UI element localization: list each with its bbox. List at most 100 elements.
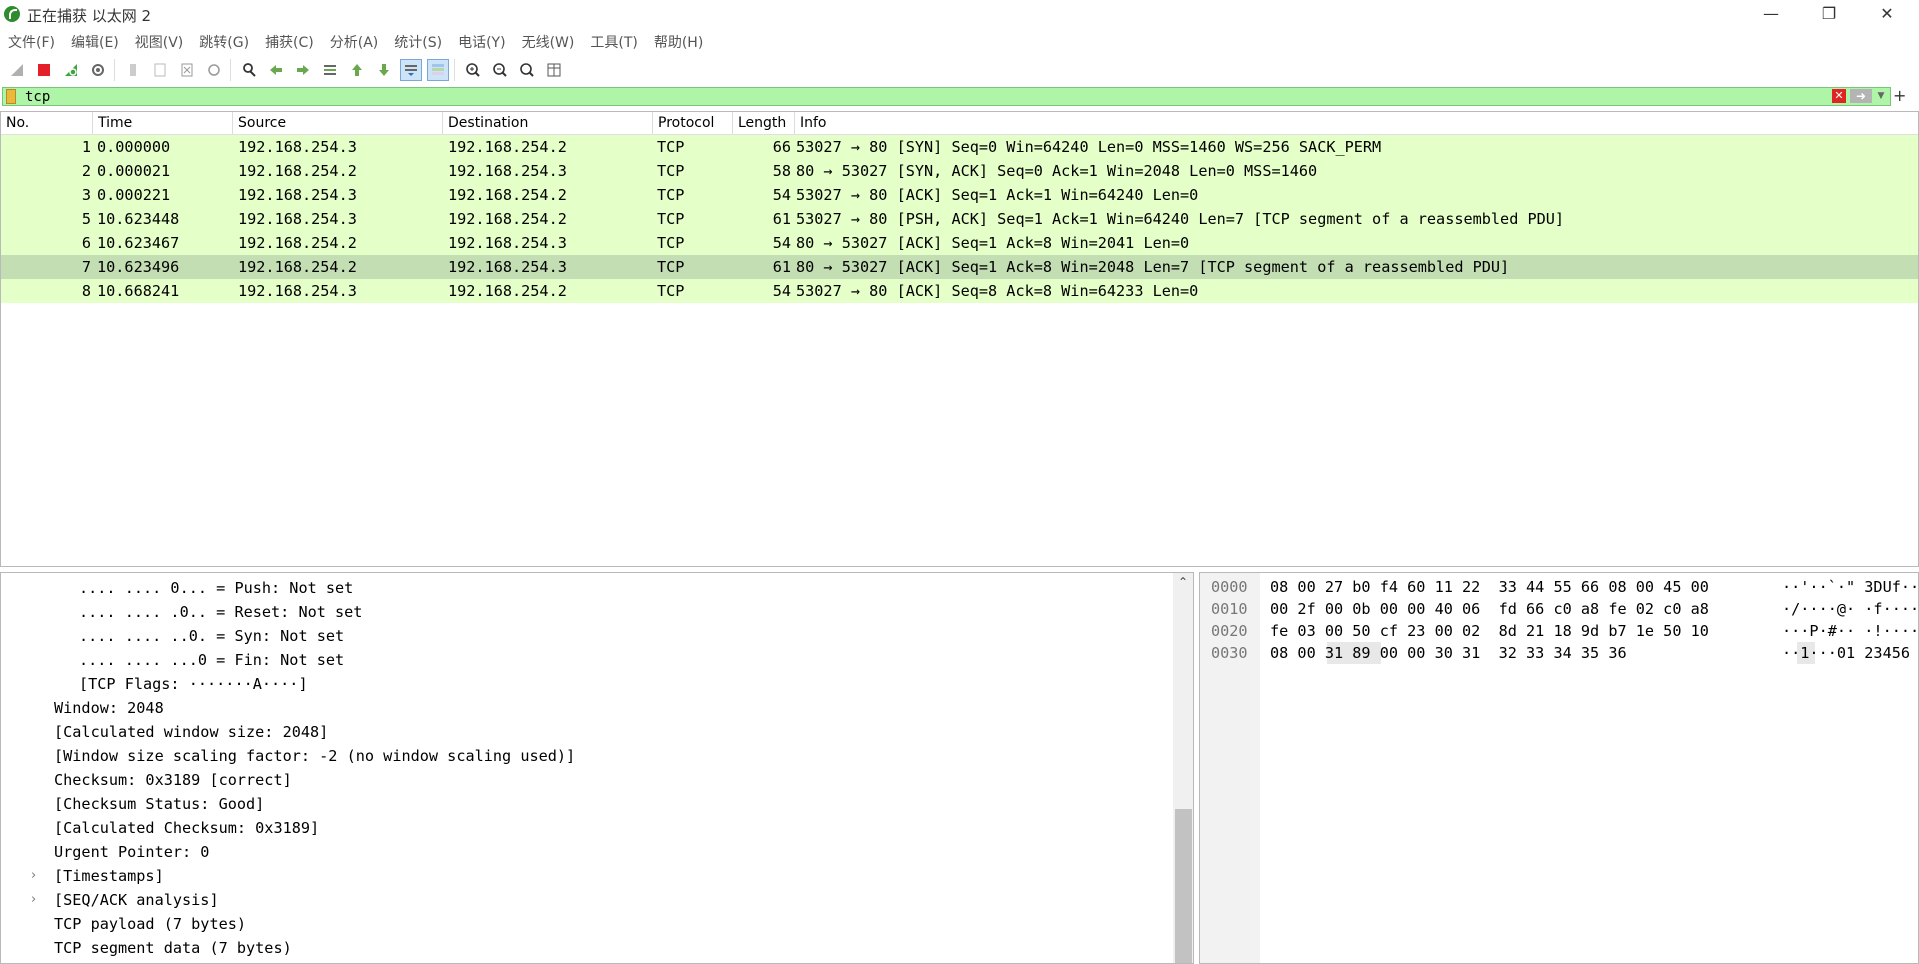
menu-analyze[interactable]: 分析(A) <box>322 33 387 55</box>
packet-row[interactable]: 2 0.000021 192.168.254.2 192.168.254.3 T… <box>1 159 1918 183</box>
detail-line[interactable]: Checksum: 0x3189 [correct] <box>54 768 292 792</box>
details-scrollbar[interactable]: ⌃ <box>1173 573 1193 963</box>
detail-line[interactable]: [Calculated window size: 2048] <box>54 720 328 744</box>
menu-file[interactable]: 文件(F) <box>0 33 63 55</box>
detail-line[interactable]: .... .... ..0. = Syn: Not set <box>79 624 344 648</box>
restart-icon[interactable] <box>60 59 82 81</box>
packet-row[interactable]: 8 10.668241 192.168.254.3 192.168.254.2 … <box>1 279 1918 303</box>
save-file-icon[interactable] <box>149 59 171 81</box>
stop-icon[interactable] <box>33 59 55 81</box>
last-packet-icon[interactable] <box>373 59 395 81</box>
hex-bytes[interactable]: 08 00 27 b0 f4 60 11 22 33 44 55 66 08 0… <box>1270 576 1709 598</box>
detail-line[interactable]: [Window size scaling factor: -2 (no wind… <box>54 744 575 768</box>
packet-source: 192.168.254.2 <box>238 234 357 252</box>
minimize-button[interactable]: — <box>1751 2 1791 26</box>
menu-statistics[interactable]: 统计(S) <box>386 33 450 55</box>
scroll-up-arrow-icon[interactable]: ⌃ <box>1173 573 1193 591</box>
detail-line[interactable]: [Calculated Checksum: 0x3189] <box>54 816 319 840</box>
packet-no: 5 <box>81 210 91 228</box>
menu-tools[interactable]: 工具(T) <box>582 33 645 55</box>
detail-line[interactable]: Window: 2048 <box>54 696 164 720</box>
auto-scroll-icon[interactable] <box>400 59 422 81</box>
options-gear-icon[interactable] <box>87 59 109 81</box>
packet-source: 192.168.254.3 <box>238 138 357 156</box>
detail-line[interactable]: TCP payload (7 bytes) <box>54 912 246 936</box>
packet-time: 10.623448 <box>97 210 180 228</box>
column-info[interactable]: Info <box>795 112 1918 134</box>
clear-filter-icon[interactable]: ✕ <box>1832 89 1846 103</box>
detail-line[interactable]: [TCP Flags: ·······A····] <box>79 672 308 696</box>
packet-protocol: TCP <box>657 234 685 252</box>
packet-list-pane[interactable]: No. Time Source Destination Protocol Len… <box>0 111 1919 567</box>
zoom-in-icon[interactable] <box>462 59 484 81</box>
menu-go[interactable]: 跳转(G) <box>191 33 257 55</box>
packet-protocol: TCP <box>657 138 685 156</box>
hex-bytes[interactable]: 00 2f 00 0b 00 00 40 06 fd 66 c0 a8 fe 0… <box>1270 598 1709 620</box>
detail-line[interactable]: .... .... .0.. = Reset: Not set <box>79 600 362 624</box>
filter-history-dropdown-icon[interactable]: ▼ <box>1875 89 1887 103</box>
packet-destination: 192.168.254.3 <box>448 258 567 276</box>
colorize-icon[interactable] <box>427 59 449 81</box>
open-file-icon[interactable] <box>122 59 144 81</box>
hex-bytes[interactable]: 08 00 31 89 00 00 30 31 32 33 34 35 36 <box>1270 642 1627 664</box>
detail-line[interactable]: Urgent Pointer: 0 <box>54 840 209 864</box>
detail-line-seq-ack[interactable]: [SEQ/ACK analysis] <box>54 888 219 912</box>
display-filter-input[interactable] <box>25 88 1625 105</box>
add-filter-button[interactable]: + <box>1893 86 1906 105</box>
menu-help[interactable]: 帮助(H) <box>646 33 711 55</box>
menu-capture[interactable]: 捕获(C) <box>257 33 322 55</box>
go-forward-icon[interactable] <box>292 59 314 81</box>
close-window-button[interactable]: ✕ <box>1867 2 1907 26</box>
packet-row[interactable]: 5 10.623448 192.168.254.3 192.168.254.2 … <box>1 207 1918 231</box>
menu-telephony[interactable]: 电话(Y) <box>450 33 513 55</box>
column-protocol[interactable]: Protocol <box>653 112 733 134</box>
column-no[interactable]: No. <box>1 112 93 134</box>
packet-bytes-pane[interactable]: 0000 08 00 27 b0 f4 60 11 22 33 44 55 66… <box>1199 572 1919 964</box>
zoom-normal-icon[interactable] <box>516 59 538 81</box>
detail-line-timestamps[interactable]: [Timestamps] <box>54 864 164 888</box>
hex-ascii[interactable]: ···P·#·· ·!····P· <box>1782 620 1918 642</box>
detail-line[interactable]: .... .... 0... = Push: Not set <box>79 576 353 600</box>
menu-view[interactable]: 视图(V) <box>127 33 192 55</box>
shark-fin-start-icon[interactable] <box>6 59 28 81</box>
detail-line[interactable]: .... .... ...0 = Fin: Not set <box>79 648 344 672</box>
bookmark-icon[interactable] <box>6 89 16 104</box>
zoom-out-icon[interactable] <box>489 59 511 81</box>
packet-row[interactable]: 1 0.000000 192.168.254.3 192.168.254.2 T… <box>1 135 1918 159</box>
scrollbar-thumb[interactable] <box>1175 809 1192 963</box>
hex-ascii[interactable]: ··'··`·" 3DUf··E· <box>1782 576 1918 598</box>
main-toolbar <box>6 58 565 82</box>
expand-seq-ack-icon[interactable]: › <box>31 888 36 912</box>
reload-icon[interactable] <box>203 59 225 81</box>
restore-button[interactable]: ❐ <box>1809 2 1849 26</box>
packet-details-pane[interactable]: .... .... 0... = Push: Not set .... ....… <box>0 572 1194 964</box>
menu-edit[interactable]: 编辑(E) <box>63 33 127 55</box>
packet-row[interactable]: 3 0.000221 192.168.254.3 192.168.254.2 T… <box>1 183 1918 207</box>
menu-wireless[interactable]: 无线(W) <box>514 33 583 55</box>
hex-offset: 0030 <box>1211 644 1248 662</box>
find-icon[interactable] <box>238 59 260 81</box>
hex-ascii[interactable]: ·/····@· ·f······ <box>1782 598 1918 620</box>
column-length[interactable]: Length <box>733 112 795 134</box>
close-file-icon[interactable] <box>176 59 198 81</box>
detail-line[interactable]: [Checksum Status: Good] <box>54 792 264 816</box>
apply-filter-arrow-icon[interactable]: ➜ <box>1850 89 1872 103</box>
column-time[interactable]: Time <box>93 112 233 134</box>
go-back-icon[interactable] <box>265 59 287 81</box>
hex-bytes[interactable]: fe 03 00 50 cf 23 00 02 8d 21 18 9d b7 1… <box>1270 620 1709 642</box>
go-to-packet-icon[interactable] <box>319 59 341 81</box>
first-packet-icon[interactable] <box>346 59 368 81</box>
packet-row[interactable]: 6 10.623467 192.168.254.2 192.168.254.3 … <box>1 231 1918 255</box>
hex-offset: 0000 <box>1211 578 1248 596</box>
packet-source: 192.168.254.2 <box>238 162 357 180</box>
detail-line[interactable]: TCP segment data (7 bytes) <box>54 936 292 960</box>
hex-ascii[interactable]: ··1···01 23456 <box>1782 642 1910 664</box>
packet-time: 10.623496 <box>97 258 180 276</box>
expand-timestamps-icon[interactable]: › <box>31 864 36 888</box>
title-bar: 正在捕获 以太网 2 — ❐ ✕ <box>0 0 1919 28</box>
packet-row-selected[interactable]: 7 10.623496 192.168.254.2 192.168.254.3 … <box>1 255 1918 279</box>
display-filter-bar: ✕ ➜ ▼ <box>2 87 1891 106</box>
column-destination[interactable]: Destination <box>443 112 653 134</box>
resize-columns-icon[interactable] <box>543 59 565 81</box>
column-source[interactable]: Source <box>233 112 443 134</box>
